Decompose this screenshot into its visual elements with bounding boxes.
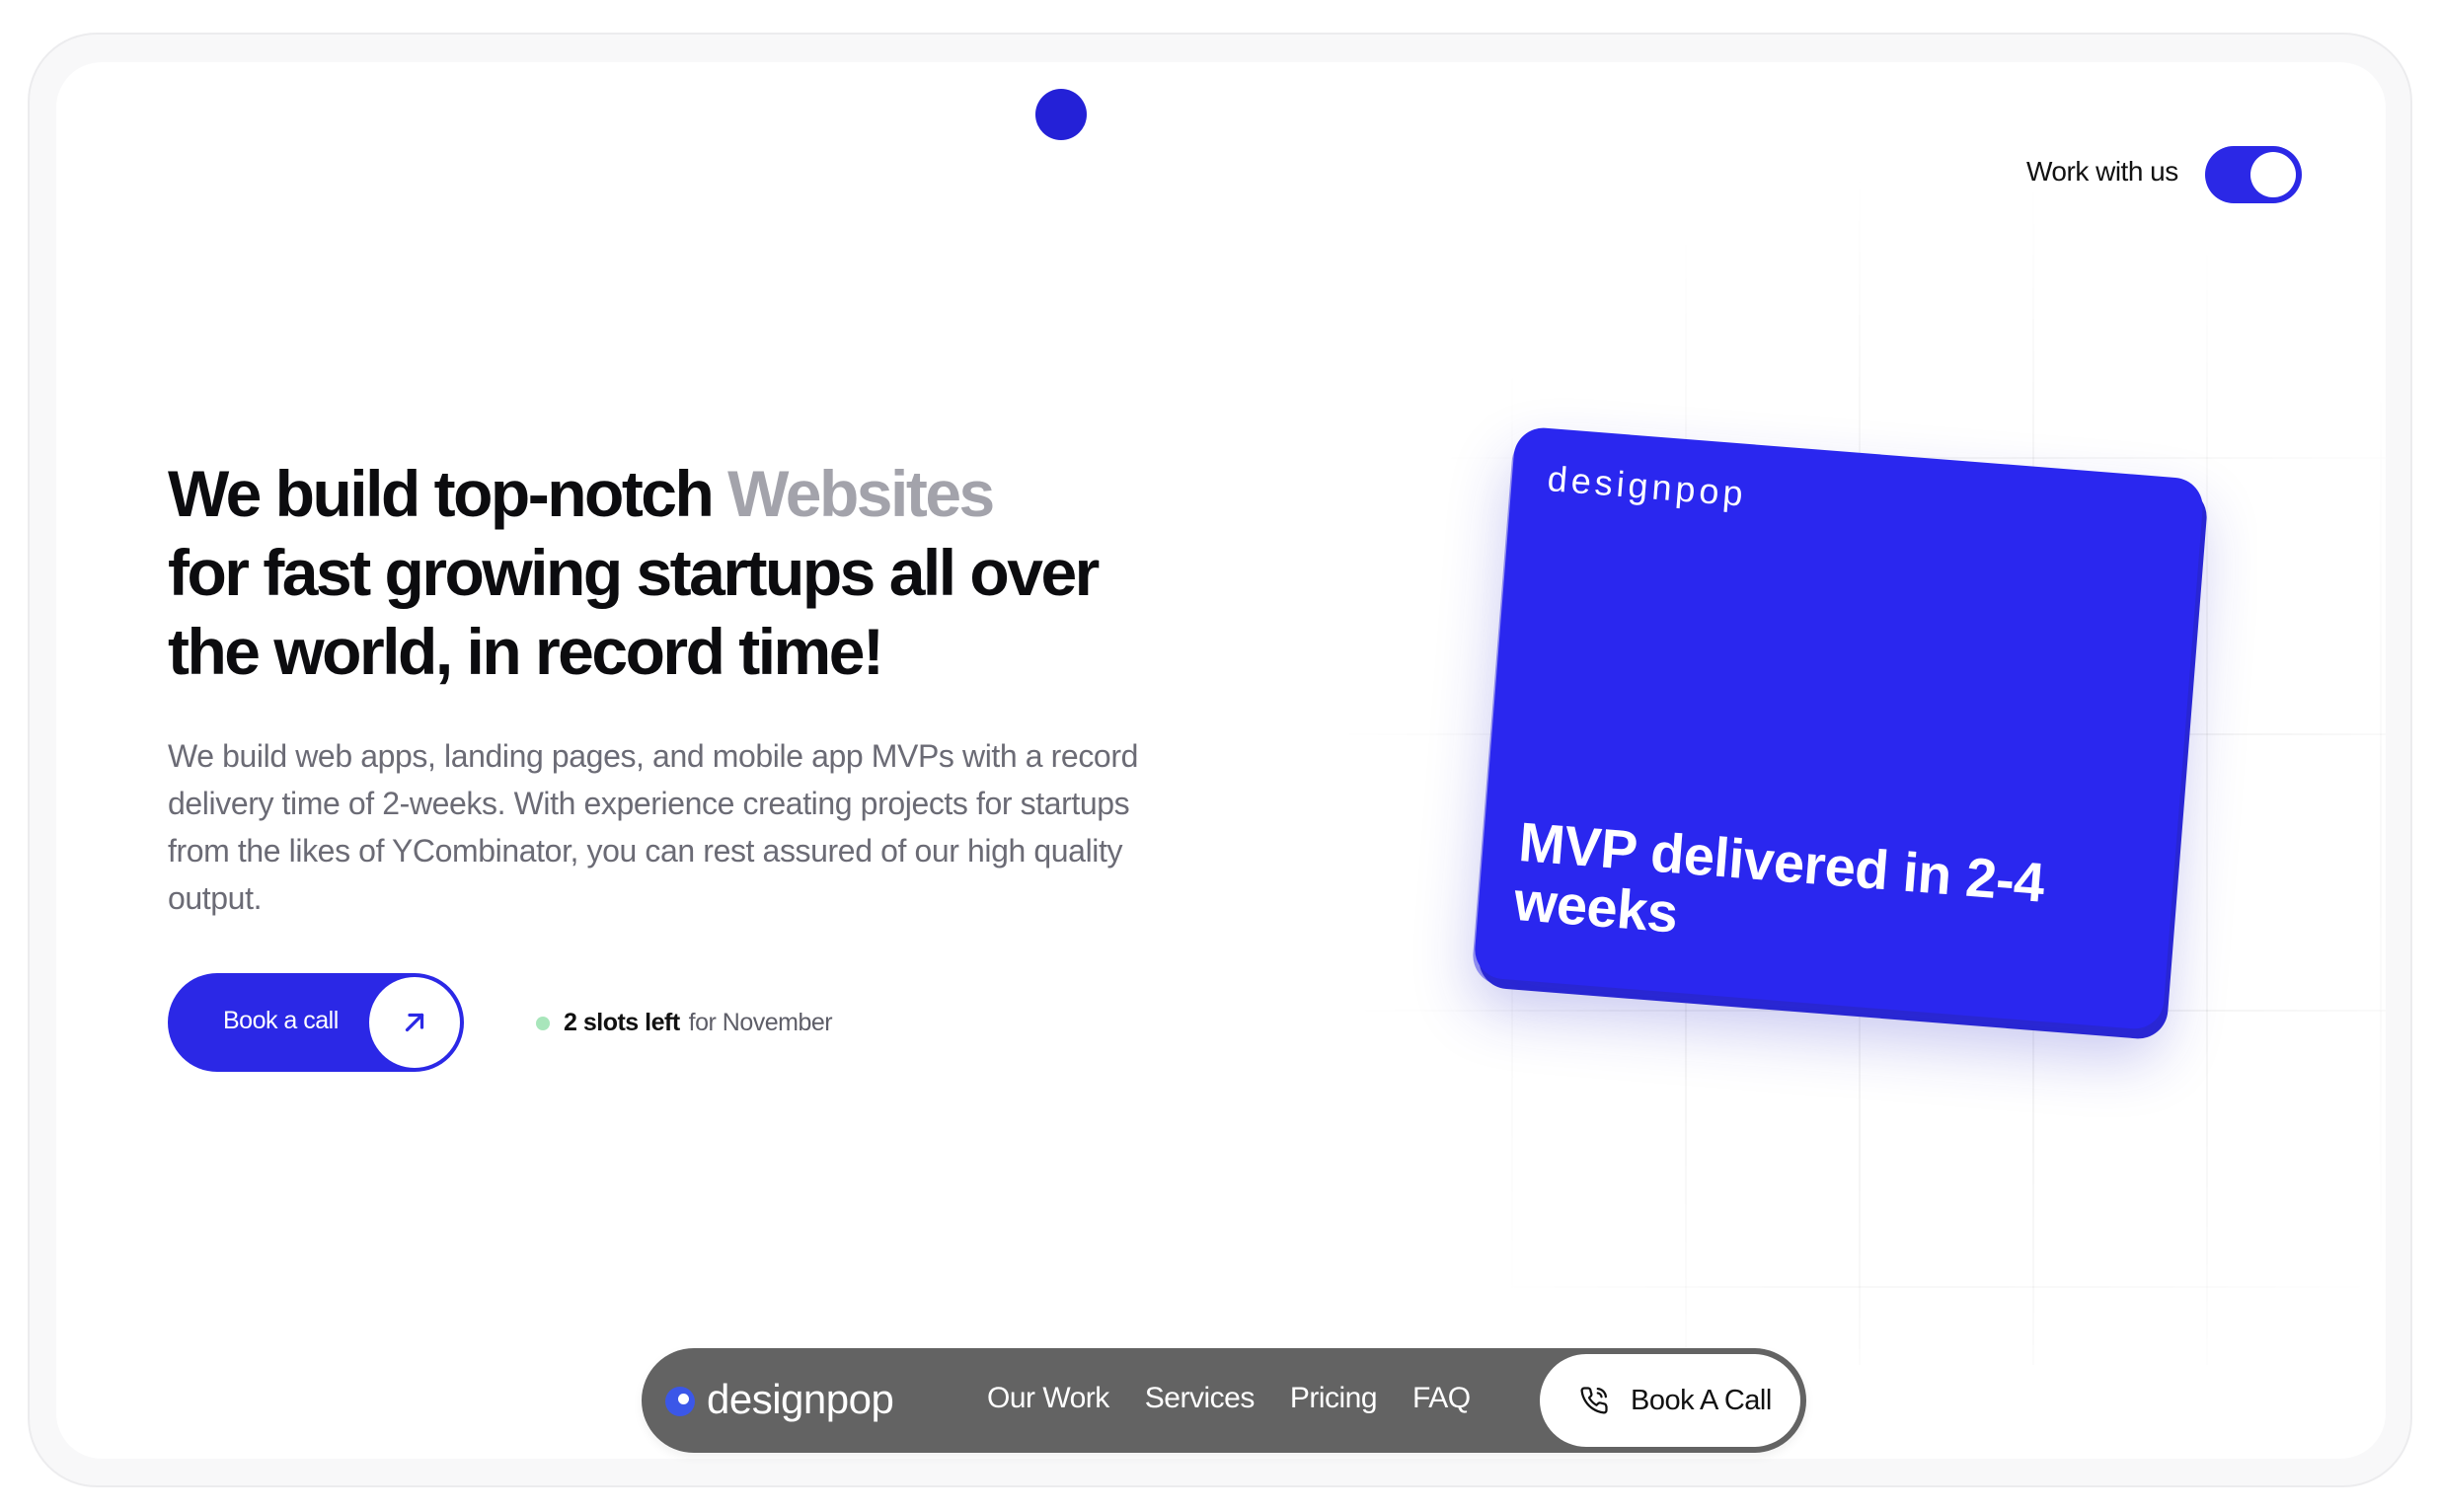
work-with-us-toggle[interactable]	[2205, 146, 2302, 203]
book-a-call-button[interactable]: Book a call	[168, 973, 464, 1072]
card-brand: designpop	[1546, 458, 1749, 514]
nav-link-services[interactable]: Services	[1145, 1382, 1256, 1415]
cursor-dot	[1035, 89, 1087, 140]
slots-period: for November	[688, 1009, 833, 1036]
nav-logo[interactable]: designpop	[707, 1376, 894, 1423]
arrow-up-right-icon	[369, 977, 460, 1068]
slots-status: 2 slots left for November	[536, 1009, 833, 1037]
card-title: MVP delivered in 2-4 weeks	[1511, 810, 2047, 945]
headline-part1: We build top-notch	[168, 457, 728, 530]
nav-link-faq[interactable]: FAQ	[1412, 1382, 1471, 1415]
promo-card: designpop MVP delivered in 2-4 weeks	[1473, 425, 2205, 1031]
slots-count: 2 slots left	[564, 1009, 680, 1036]
headline-line3: the world, in record time!	[168, 615, 884, 688]
book-a-call-label: Book a call	[223, 1007, 339, 1034]
toggle-knob	[2250, 152, 2296, 197]
nav-book-a-call-button[interactable]: Book A Call	[1540, 1354, 1800, 1447]
logo-dot-icon	[665, 1387, 695, 1416]
nav-links: Our Work Services Pricing FAQ	[987, 1382, 1471, 1415]
phone-icon	[1579, 1386, 1609, 1415]
nav-link-our-work[interactable]: Our Work	[987, 1382, 1109, 1415]
work-with-us-label: Work with us	[2026, 156, 2178, 187]
nav-link-pricing[interactable]: Pricing	[1290, 1382, 1378, 1415]
headline-accent: Websites	[727, 457, 995, 530]
hero-headline: We build top-notch Websites for fast gro…	[168, 454, 1254, 691]
status-dot-icon	[536, 1016, 550, 1030]
hero-description: We build web apps, landing pages, and mo…	[168, 738, 1138, 916]
bottom-navbar: designpop Our Work Services Pricing FAQ …	[642, 1348, 1806, 1453]
nav-book-a-call-label: Book A Call	[1631, 1384, 1772, 1416]
headline-line2: for fast growing startups all over	[168, 536, 1100, 609]
promo-card-stack: designpop MVP delivered in 2-4 weeks	[1471, 425, 2209, 1041]
